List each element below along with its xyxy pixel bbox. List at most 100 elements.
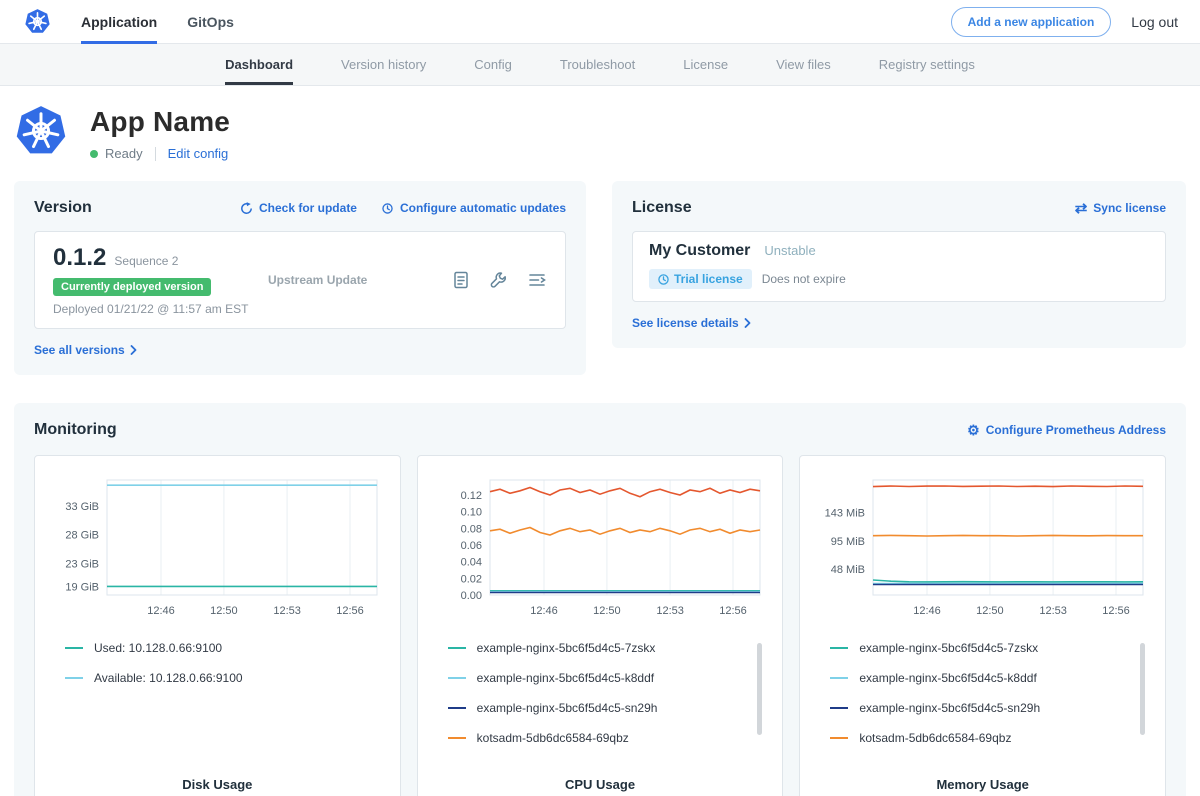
svg-text:12:46: 12:46 xyxy=(913,605,941,617)
svg-text:48 MiB: 48 MiB xyxy=(830,564,864,576)
legend-item: example-nginx-5bc6f5d4c5-7zskx xyxy=(448,641,753,655)
clock-icon xyxy=(658,274,669,285)
svg-text:33 GiB: 33 GiB xyxy=(66,501,100,513)
cards-row: Version Check for update Configure autom… xyxy=(0,181,1200,375)
legend-label: kotsadm-5db6dc6584-69qbz xyxy=(859,731,1011,745)
monitoring-card: Monitoring ⚙ Configure Prometheus Addres… xyxy=(14,403,1186,796)
cpu-usage-legend: example-nginx-5bc6f5d4c5-7zskx example-ng… xyxy=(448,641,775,761)
release-notes-icon[interactable] xyxy=(451,270,471,290)
subnav-config[interactable]: Config xyxy=(474,44,512,85)
see-license-details-link[interactable]: See license details xyxy=(632,316,1166,330)
svg-text:12:53: 12:53 xyxy=(274,605,302,617)
memory-usage-legend: example-nginx-5bc6f5d4c5-7zskx example-ng… xyxy=(830,641,1157,761)
legend-item: example-nginx-5bc6f5d4c5-7zskx xyxy=(830,641,1135,655)
chart-title: Disk Usage xyxy=(43,765,392,796)
legend-swatch xyxy=(830,707,848,709)
sync-license-link[interactable]: ⇄ Sync license xyxy=(1075,201,1166,216)
legend-swatch xyxy=(448,707,466,709)
svg-text:12:50: 12:50 xyxy=(593,605,621,617)
svg-text:12:56: 12:56 xyxy=(719,605,747,617)
svg-text:12:56: 12:56 xyxy=(1102,605,1130,617)
license-summary-box: My Customer Unstable Trial license Does … xyxy=(632,231,1166,302)
svg-text:12:53: 12:53 xyxy=(656,605,684,617)
legend-label: example-nginx-5bc6f5d4c5-k8ddf xyxy=(859,671,1036,685)
deployed-badge: Currently deployed version xyxy=(53,278,211,296)
disk-usage-chart-card: 12:46 12:50 12:53 12:56 33 GiB 28 GiB 23 GiB 19… xyxy=(34,455,401,796)
legend-swatch xyxy=(830,677,848,679)
legend-item: example-nginx-5bc6f5d4c5-k8ddf xyxy=(448,671,753,685)
legend-swatch xyxy=(448,737,466,739)
legend-label: example-nginx-5bc6f5d4c5-sn29h xyxy=(859,701,1040,715)
current-version-box: 0.1.2 Sequence 2 Currently deployed vers… xyxy=(34,231,566,329)
legend-item: Available: 10.128.0.66:9100 xyxy=(65,671,370,685)
svg-text:0.00: 0.00 xyxy=(461,590,482,602)
configure-prometheus-link[interactable]: ⚙ Configure Prometheus Address xyxy=(967,423,1166,437)
edit-config-link[interactable]: Edit config xyxy=(168,146,229,161)
gear-icon: ⚙ xyxy=(967,423,980,437)
version-card-title: Version xyxy=(34,199,92,217)
subnav-dashboard[interactable]: Dashboard xyxy=(225,44,293,85)
see-all-versions-link[interactable]: See all versions xyxy=(34,343,566,357)
sync-icon: ⇄ xyxy=(1075,201,1088,216)
chevron-right-icon xyxy=(130,345,138,355)
legend-scrollbar[interactable] xyxy=(1140,643,1145,735)
cpu-usage-chart: 12:4612:5012:5312:560.120.100.080.060.04… xyxy=(432,470,768,627)
svg-text:12:56: 12:56 xyxy=(337,605,365,617)
subnav-troubleshoot[interactable]: Troubleshoot xyxy=(560,44,635,85)
svg-text:23 GiB: 23 GiB xyxy=(66,558,100,570)
legend-item: Used: 10.128.0.66:9100 xyxy=(65,641,370,655)
top-nav: Application GitOps Add a new application… xyxy=(0,0,1200,44)
svg-text:12:46: 12:46 xyxy=(530,605,558,617)
tab-application[interactable]: Application xyxy=(81,0,157,44)
version-sequence: Sequence 2 xyxy=(114,254,178,268)
license-expiry: Does not expire xyxy=(762,272,846,286)
svg-text:12:46: 12:46 xyxy=(148,605,176,617)
svg-text:12:53: 12:53 xyxy=(1039,605,1067,617)
legend-item: example-nginx-5bc6f5d4c5-k8ddf xyxy=(830,671,1135,685)
memory-usage-chart: 12:4612:5012:5312:56143 MiB95 MiB48 MiB xyxy=(815,470,1151,627)
svg-text:0.10: 0.10 xyxy=(461,507,482,519)
monitoring-title: Monitoring xyxy=(34,421,117,439)
svg-text:0.02: 0.02 xyxy=(461,573,482,585)
customer-name: My Customer xyxy=(649,242,750,260)
subnav-view-files[interactable]: View files xyxy=(776,44,831,85)
svg-text:0.06: 0.06 xyxy=(461,540,482,552)
version-number: 0.1.2 xyxy=(53,244,106,272)
divider xyxy=(155,147,156,161)
legend-label: example-nginx-5bc6f5d4c5-sn29h xyxy=(477,701,658,715)
svg-text:12:50: 12:50 xyxy=(210,605,238,617)
svg-text:19 GiB: 19 GiB xyxy=(66,581,100,593)
deployed-timestamp: Deployed 01/21/22 @ 11:57 am EST xyxy=(53,302,268,316)
svg-text:28 GiB: 28 GiB xyxy=(66,530,100,542)
app-header: App Name Ready Edit config xyxy=(0,86,1200,181)
svg-text:0.08: 0.08 xyxy=(461,523,482,535)
logout-link[interactable]: Log out xyxy=(1131,14,1178,30)
license-card-title: License xyxy=(632,199,692,217)
tab-gitops[interactable]: GitOps xyxy=(187,0,234,44)
page: Application GitOps Add a new application… xyxy=(0,0,1200,796)
legend-item: kotsadm-5db6dc6584-69qbz xyxy=(830,731,1135,745)
legend-swatch xyxy=(65,677,83,679)
version-card: Version Check for update Configure autom… xyxy=(14,181,586,375)
legend-label: Available: 10.128.0.66:9100 xyxy=(94,671,243,685)
svg-text:12:50: 12:50 xyxy=(976,605,1004,617)
refresh-icon xyxy=(240,202,253,215)
add-application-button[interactable]: Add a new application xyxy=(951,7,1112,37)
check-for-update-link[interactable]: Check for update xyxy=(240,201,357,215)
subnav-registry-settings[interactable]: Registry settings xyxy=(879,44,975,85)
legend-swatch xyxy=(448,647,466,649)
legend-item: kotsadm-5db6dc6584-69qbz xyxy=(448,731,753,745)
subnav-version-history[interactable]: Version history xyxy=(341,44,426,85)
deploy-logs-icon[interactable] xyxy=(527,270,547,290)
preflight-checks-icon[interactable] xyxy=(489,270,509,290)
chevron-right-icon xyxy=(744,318,752,328)
disk-usage-chart: 12:46 12:50 12:53 12:56 33 GiB 28 GiB 23 GiB 19… xyxy=(49,470,385,627)
trial-license-badge: Trial license xyxy=(649,269,752,289)
charts-row: 12:46 12:50 12:53 12:56 33 GiB 28 GiB 23 GiB 19… xyxy=(34,455,1166,796)
cpu-usage-chart-card: 12:4612:5012:5312:560.120.100.080.060.04… xyxy=(417,455,784,796)
disk-usage-legend: Used: 10.128.0.66:9100 Available: 10.128.… xyxy=(65,641,392,701)
subnav-license[interactable]: License xyxy=(683,44,728,85)
configure-automatic-updates-link[interactable]: Configure automatic updates xyxy=(381,201,566,215)
upstream-update-label: Upstream Update xyxy=(268,273,451,287)
legend-scrollbar[interactable] xyxy=(757,643,762,735)
